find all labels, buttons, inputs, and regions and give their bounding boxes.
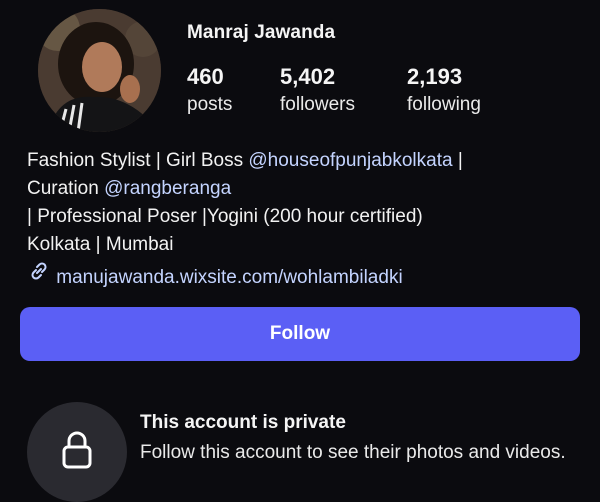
private-account-title: This account is private	[140, 412, 346, 433]
follow-button[interactable]: Follow	[20, 307, 580, 361]
username: Manraj Jawanda	[187, 22, 336, 43]
avatar[interactable]	[38, 9, 161, 132]
bio-text: Curation	[27, 178, 105, 199]
bio-line-4: Kolkata | Mumbai	[27, 234, 174, 255]
bio-line-1: Fashion Stylist | Girl Boss @houseofpunj…	[27, 147, 587, 175]
bio: Fashion Stylist | Girl Boss @houseofpunj…	[27, 147, 587, 292]
following-label: following	[407, 94, 481, 115]
website-url: manujawanda.wixsite.com/wohlambiladki	[56, 267, 403, 288]
bio-text: Fashion Stylist | Girl Boss	[27, 150, 249, 171]
private-lock-badge	[27, 402, 127, 502]
bio-line-3: | Professional Poser |Yogini (200 hour c…	[27, 206, 423, 227]
following-count: 2,193	[407, 64, 463, 89]
followers-label: followers	[280, 94, 355, 115]
bio-line-2: Curation @rangberanga	[27, 175, 587, 203]
posts-count: 460	[187, 64, 224, 89]
mention-link-rangberanga[interactable]: @rangberanga	[104, 178, 231, 199]
posts-label: posts	[187, 94, 233, 115]
stat-followers[interactable]: 5,402 followers	[280, 64, 355, 116]
stat-following[interactable]: 2,193 following	[407, 64, 481, 116]
mention-link-houseofpunjabkolkata[interactable]: @houseofpunjabkolkata	[248, 150, 452, 171]
link-icon	[27, 259, 51, 283]
private-account-message: Follow this account to see their photos …	[140, 442, 566, 463]
lock-icon	[60, 430, 94, 475]
bio-separator: |	[452, 150, 463, 171]
stat-posts[interactable]: 460 posts	[187, 64, 232, 116]
website-link[interactable]: manujawanda.wixsite.com/wohlambiladki	[27, 259, 587, 292]
profile-photo	[38, 9, 161, 132]
followers-count: 5,402	[280, 64, 336, 89]
